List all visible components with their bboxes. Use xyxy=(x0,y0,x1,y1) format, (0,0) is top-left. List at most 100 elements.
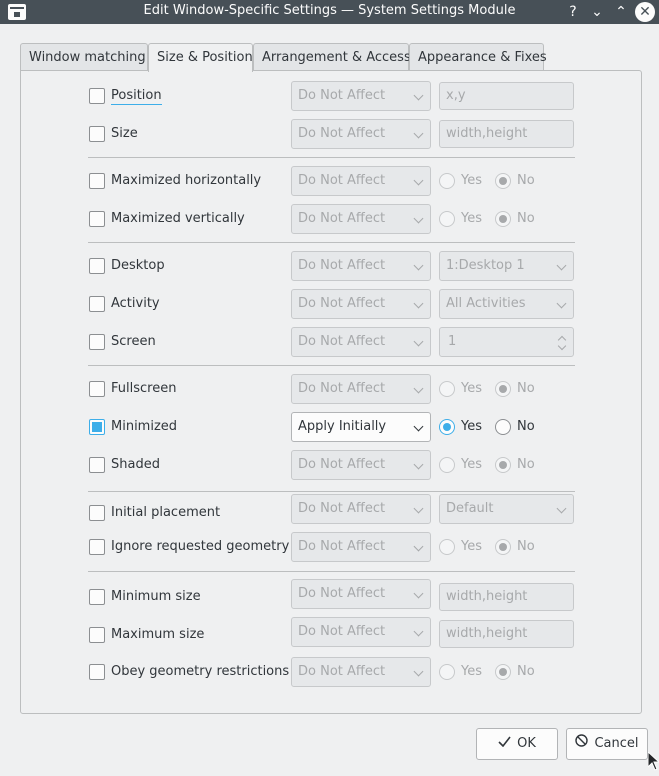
maximized-vertically-checkbox[interactable] xyxy=(89,211,105,227)
chevron-down-icon xyxy=(413,128,424,139)
checkmark-icon xyxy=(498,729,511,759)
shaded-yes-radio[interactable] xyxy=(439,457,455,473)
row-maximized-vertically: Maximized vertically Do Not Affect Yes N… xyxy=(21,204,643,234)
separator xyxy=(88,365,575,366)
chevron-down-icon xyxy=(556,503,567,514)
maximized-horizontally-yes-radio[interactable] xyxy=(439,173,455,189)
chevron-down-icon xyxy=(413,503,424,514)
tab-appearance-fixes[interactable]: Appearance & Fixes xyxy=(409,43,547,71)
fullscreen-yes-radio[interactable] xyxy=(439,381,455,397)
screen-spinbox[interactable]: 1 xyxy=(439,327,574,357)
minimum-size-policy-value: Do Not Affect xyxy=(298,586,386,601)
separator xyxy=(88,571,575,572)
minimized-no-radio[interactable] xyxy=(495,419,511,435)
minimized-yes-radio[interactable] xyxy=(439,419,455,435)
minimize-button[interactable]: ⌄ xyxy=(587,2,607,22)
row-activity: Activity Do Not Affect All Activities xyxy=(21,289,643,319)
initial-placement-value: Default xyxy=(446,501,494,516)
shaded-yes-label: Yes xyxy=(461,457,482,472)
obey-geometry-yes-radio[interactable] xyxy=(439,664,455,680)
initial-placement-checkbox[interactable] xyxy=(89,505,105,521)
minimized-policy-select[interactable]: Apply Initially xyxy=(291,412,431,442)
maximum-size-checkbox[interactable] xyxy=(89,627,105,643)
cancel-button[interactable]: Cancel xyxy=(566,728,648,760)
maximize-button[interactable]: ⌃ xyxy=(611,2,631,22)
position-policy-select[interactable]: Do Not Affect xyxy=(291,81,431,111)
fullscreen-no-label: No xyxy=(517,381,535,396)
tab-size-position[interactable]: Size & Position xyxy=(148,43,253,72)
row-obey-geometry: Obey geometry restrictions Do Not Affect… xyxy=(21,657,643,687)
mouse-cursor-icon xyxy=(647,750,659,776)
minimized-no-label: No xyxy=(517,419,535,434)
close-button[interactable]: ✕ xyxy=(635,2,655,22)
screen-policy-value: Do Not Affect xyxy=(298,334,386,349)
size-policy-value: Do Not Affect xyxy=(298,126,386,141)
chevron-down-icon xyxy=(556,260,567,271)
obey-geometry-no-radio[interactable] xyxy=(495,664,511,680)
activity-checkbox[interactable] xyxy=(89,296,105,312)
maximized-horizontally-no-radio[interactable] xyxy=(495,173,511,189)
shaded-policy-select[interactable]: Do Not Affect xyxy=(291,450,431,480)
row-minimum-size: Minimum size Do Not Affect width,height xyxy=(21,579,643,611)
fullscreen-yes-label: Yes xyxy=(461,381,482,396)
size-policy-select[interactable]: Do Not Affect xyxy=(291,119,431,149)
size-input[interactable]: width,height xyxy=(439,120,574,148)
screen-policy-select[interactable]: Do Not Affect xyxy=(291,327,431,357)
activity-value-select[interactable]: All Activities xyxy=(439,289,574,319)
chevron-down-icon xyxy=(413,666,424,677)
ignore-geometry-no-radio[interactable] xyxy=(495,539,511,555)
initial-placement-policy-select[interactable]: Do Not Affect xyxy=(291,494,431,524)
help-button[interactable]: ? xyxy=(563,2,583,22)
desktop-checkbox[interactable] xyxy=(89,258,105,274)
desktop-policy-select[interactable]: Do Not Affect xyxy=(291,251,431,281)
desktop-value-select[interactable]: 1:Desktop 1 xyxy=(439,251,574,281)
obey-geometry-policy-value: Do Not Affect xyxy=(298,664,386,679)
maximum-size-policy-select[interactable]: Do Not Affect xyxy=(291,617,431,647)
ignore-geometry-yes-label: Yes xyxy=(461,539,482,554)
chevron-down-icon xyxy=(413,459,424,470)
ignore-geometry-yes-radio[interactable] xyxy=(439,539,455,555)
minimum-size-checkbox[interactable] xyxy=(89,589,105,605)
tab-arrangement-access[interactable]: Arrangement & Access xyxy=(253,43,411,71)
maximized-vertically-policy-select[interactable]: Do Not Affect xyxy=(291,204,431,234)
obey-geometry-policy-select[interactable]: Do Not Affect xyxy=(291,657,431,687)
chevron-down-icon xyxy=(413,383,424,394)
screen-checkbox[interactable] xyxy=(89,334,105,350)
chevron-down-icon xyxy=(413,298,424,309)
fullscreen-no-radio[interactable] xyxy=(495,381,511,397)
maximum-size-input[interactable]: width,height xyxy=(439,620,574,648)
minimized-policy-value: Apply Initially xyxy=(298,419,387,434)
maximized-horizontally-label: Maximized horizontally xyxy=(111,173,262,188)
ignore-geometry-checkbox[interactable] xyxy=(89,539,105,555)
maximized-horizontally-checkbox[interactable] xyxy=(89,173,105,189)
screen-label: Screen xyxy=(111,334,156,349)
tab-window-matching[interactable]: Window matching xyxy=(20,43,148,71)
fullscreen-policy-value: Do Not Affect xyxy=(298,381,386,396)
activity-policy-select[interactable]: Do Not Affect xyxy=(291,289,431,319)
shaded-no-radio[interactable] xyxy=(495,457,511,473)
position-checkbox[interactable] xyxy=(89,88,105,104)
ok-button[interactable]: OK xyxy=(476,728,558,760)
ignore-geometry-policy-select[interactable]: Do Not Affect xyxy=(291,532,431,562)
maximized-horizontally-policy-select[interactable]: Do Not Affect xyxy=(291,166,431,196)
chevron-down-icon[interactable] xyxy=(557,341,567,351)
obey-geometry-checkbox[interactable] xyxy=(89,664,105,680)
maximized-vertically-no-radio[interactable] xyxy=(495,211,511,227)
cancel-label: Cancel xyxy=(594,736,639,751)
chevron-down-icon xyxy=(413,213,424,224)
maximized-vertically-label: Maximized vertically xyxy=(111,211,245,226)
row-minimized: Minimized Apply Initially Yes No xyxy=(21,412,643,442)
maximized-vertically-yes-radio[interactable] xyxy=(439,211,455,227)
minimum-size-policy-select[interactable]: Do Not Affect xyxy=(291,579,431,609)
screen-value: 1 xyxy=(448,334,457,349)
minimum-size-input[interactable]: width,height xyxy=(439,583,574,611)
initial-placement-value-select[interactable]: Default xyxy=(439,494,574,524)
minimized-checkbox[interactable] xyxy=(89,419,105,435)
position-input[interactable]: x,y xyxy=(439,82,574,110)
fullscreen-checkbox[interactable] xyxy=(89,381,105,397)
size-checkbox[interactable] xyxy=(89,126,105,142)
shaded-checkbox[interactable] xyxy=(89,457,105,473)
row-maximum-size: Maximum size Do Not Affect width,height xyxy=(21,617,643,648)
ignore-geometry-label: Ignore requested geometry xyxy=(111,539,290,554)
fullscreen-policy-select[interactable]: Do Not Affect xyxy=(291,374,431,404)
